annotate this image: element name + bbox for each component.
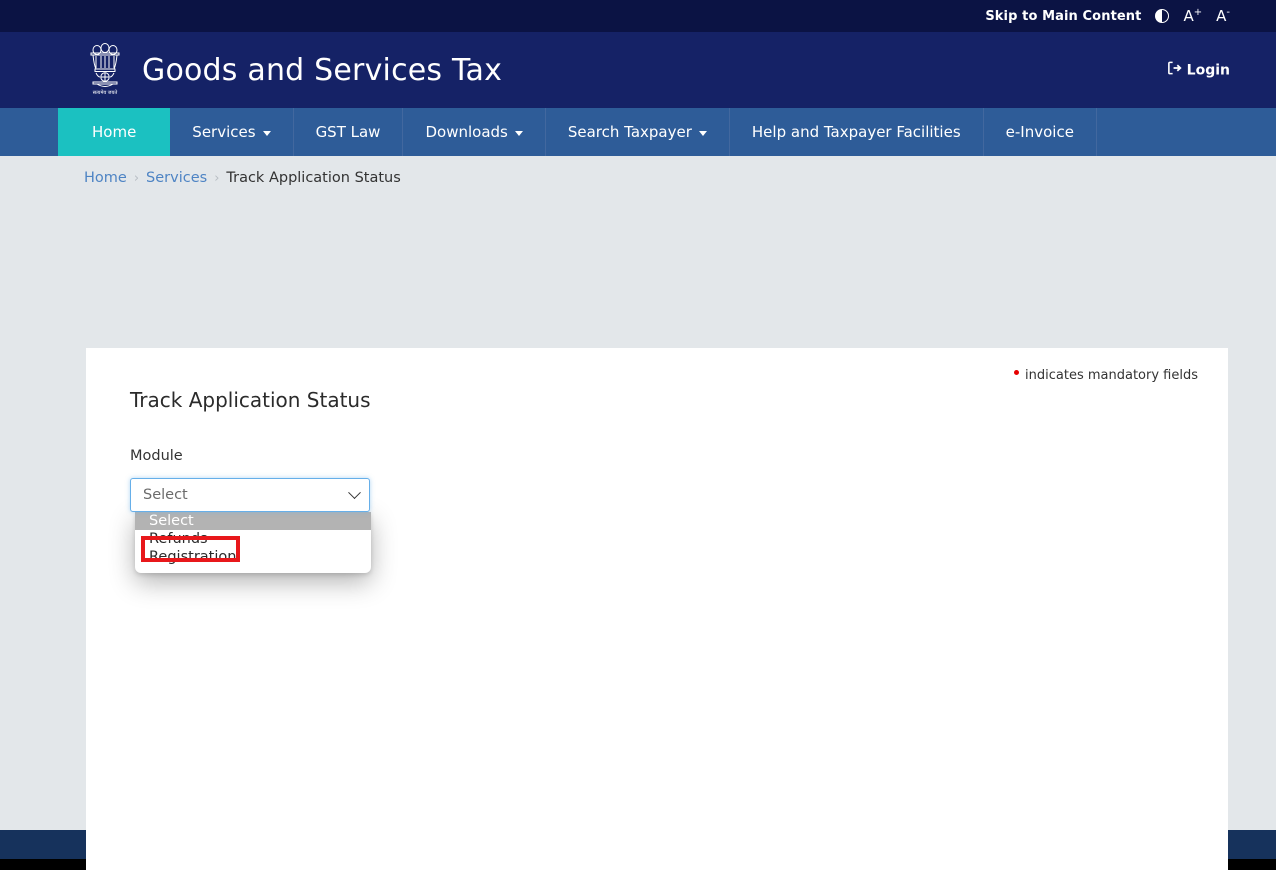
nav-item-gst-law[interactable]: GST Law (294, 108, 404, 156)
font-increase-button[interactable]: A+ (1183, 8, 1202, 24)
contrast-toggle-icon[interactable] (1155, 9, 1169, 23)
nav-label-home: Home (92, 123, 136, 141)
chevron-down-icon (515, 131, 523, 136)
nav-label-gst-law: GST Law (316, 123, 381, 141)
chevron-down-icon (699, 131, 707, 136)
nav-item-e-invoice[interactable]: e-Invoice (984, 108, 1097, 156)
nav-item-search-taxpayer[interactable]: Search Taxpayer (546, 108, 730, 156)
login-label: Login (1187, 62, 1230, 78)
page-background: Home › Services › Track Application Stat… (0, 156, 1276, 830)
nav-item-home[interactable]: Home (58, 108, 170, 156)
font-decrease-button[interactable]: A- (1216, 8, 1230, 24)
mandatory-fields-note: indicates mandatory fields (1014, 368, 1198, 383)
brand: सत्यमेव जयते Goods and Services Tax (84, 40, 502, 100)
breadcrumb-current-page: Track Application Status (226, 170, 400, 186)
page-title: Track Application Status (130, 388, 1184, 412)
nav-item-help-and-taxpayer-facilities[interactable]: Help and Taxpayer Facilities (730, 108, 984, 156)
content-card: indicates mandatory fields Track Applica… (86, 348, 1228, 870)
breadcrumb-separator: › (214, 171, 219, 186)
nav-item-services[interactable]: Services (170, 108, 293, 156)
nav-item-downloads[interactable]: Downloads (403, 108, 545, 156)
nav-label-help: Help and Taxpayer Facilities (752, 123, 961, 141)
sign-in-icon (1167, 61, 1182, 80)
site-title: Goods and Services Tax (142, 53, 502, 88)
breadcrumb: Home › Services › Track Application Stat… (0, 156, 1276, 198)
breadcrumb-home-link[interactable]: Home (84, 170, 127, 186)
chevron-down-icon (263, 131, 271, 136)
module-select[interactable]: Select (130, 478, 370, 512)
option-label: Refunds (149, 531, 208, 547)
breadcrumb-services-link[interactable]: Services (146, 170, 207, 186)
option-select[interactable]: Select (135, 512, 371, 530)
login-button[interactable]: Login (1167, 61, 1230, 80)
mandatory-note-text: indicates mandatory fields (1025, 368, 1198, 383)
module-select-wrapper: Select Select Refunds Registration (130, 478, 370, 512)
module-select-dropdown: Select Refunds Registration (135, 512, 371, 573)
module-field-label: Module (130, 448, 1184, 464)
mandatory-dot-icon (1014, 370, 1019, 375)
nav-label-services: Services (192, 123, 255, 141)
option-refunds[interactable]: Refunds (135, 530, 371, 548)
svg-text:सत्यमेव जयते: सत्यमेव जयते (93, 89, 118, 96)
option-label: Registration (149, 549, 236, 565)
breadcrumb-separator: › (134, 171, 139, 186)
option-registration[interactable]: Registration (135, 548, 371, 566)
module-select-value: Select (143, 487, 188, 503)
nav-filler (1097, 108, 1276, 156)
nav-label-e-invoice: e-Invoice (1006, 123, 1074, 141)
nav-label-downloads: Downloads (425, 123, 507, 141)
nav-label-search-taxpayer: Search Taxpayer (568, 123, 692, 141)
option-label: Select (149, 513, 194, 529)
utility-bar: Skip to Main Content A+ A- (0, 0, 1276, 32)
chevron-down-icon (348, 486, 361, 499)
skip-to-main-content-link[interactable]: Skip to Main Content (985, 9, 1141, 24)
main-navigation: Home Services GST Law Downloads Search T… (0, 108, 1276, 156)
national-emblem-icon: सत्यमेव जयते (84, 40, 126, 100)
site-header: सत्यमेव जयते Goods and Services Tax Logi… (0, 32, 1276, 108)
